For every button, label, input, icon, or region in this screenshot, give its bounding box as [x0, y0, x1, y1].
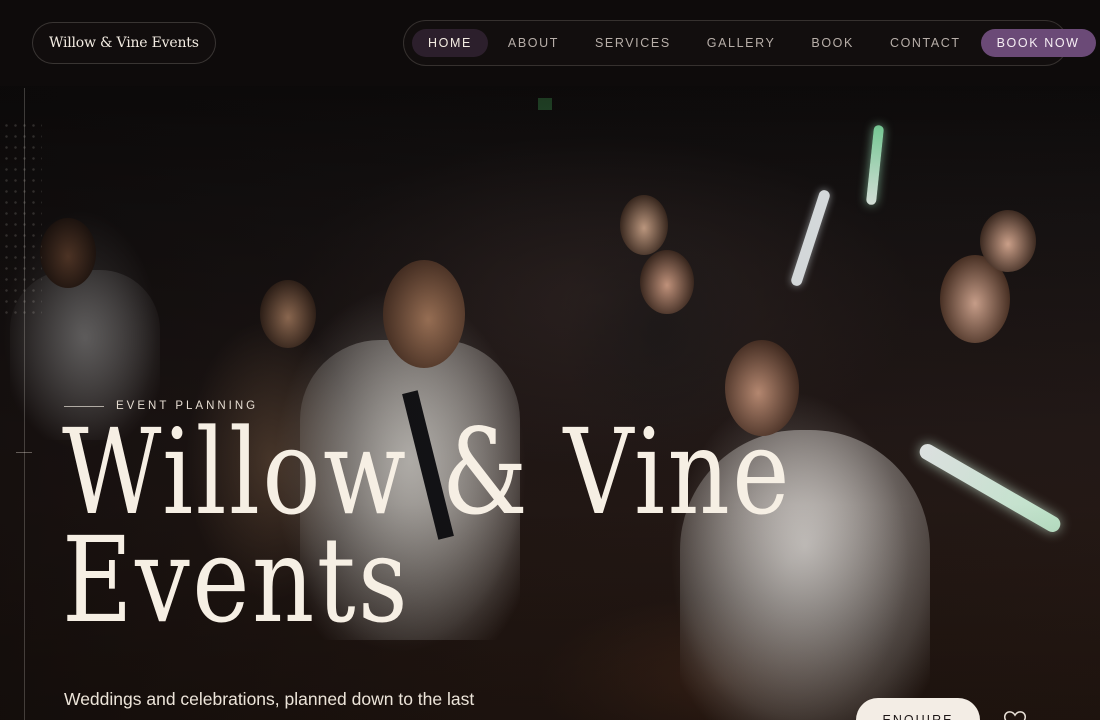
- hero-subtitle: Weddings and celebrations, planned down …: [64, 689, 475, 709]
- brand-name: Willow & Vine Events: [49, 35, 199, 51]
- nav-contact[interactable]: CONTACT: [874, 29, 977, 57]
- book-now-button[interactable]: BOOK NOW: [980, 29, 1096, 57]
- vertical-rule: [24, 88, 25, 720]
- nav-about[interactable]: ABOUT: [492, 29, 575, 57]
- enquire-button[interactable]: ENQUIRE: [856, 698, 980, 720]
- main-nav: HOME ABOUT SERVICES GALLERY BOOK CONTACT…: [403, 20, 1096, 66]
- heart-icon[interactable]: [1002, 708, 1028, 720]
- nav-home[interactable]: HOME: [412, 29, 488, 57]
- nav-services[interactable]: SERVICES: [579, 29, 687, 57]
- site-header: Willow & Vine Events HOME ABOUT SERVICES…: [0, 0, 1100, 86]
- decorative-dots: [2, 120, 42, 320]
- rule-tick: [16, 452, 32, 453]
- hero-title: Willow & Vine Events: [62, 403, 952, 649]
- nav-gallery[interactable]: GALLERY: [691, 29, 792, 57]
- brand-logo[interactable]: Willow & Vine Events: [32, 22, 216, 64]
- nav-book[interactable]: BOOK: [795, 29, 870, 57]
- hero-title-line-1: Willow & Vine: [62, 403, 793, 541]
- hero-title-line-2: Events: [62, 511, 411, 649]
